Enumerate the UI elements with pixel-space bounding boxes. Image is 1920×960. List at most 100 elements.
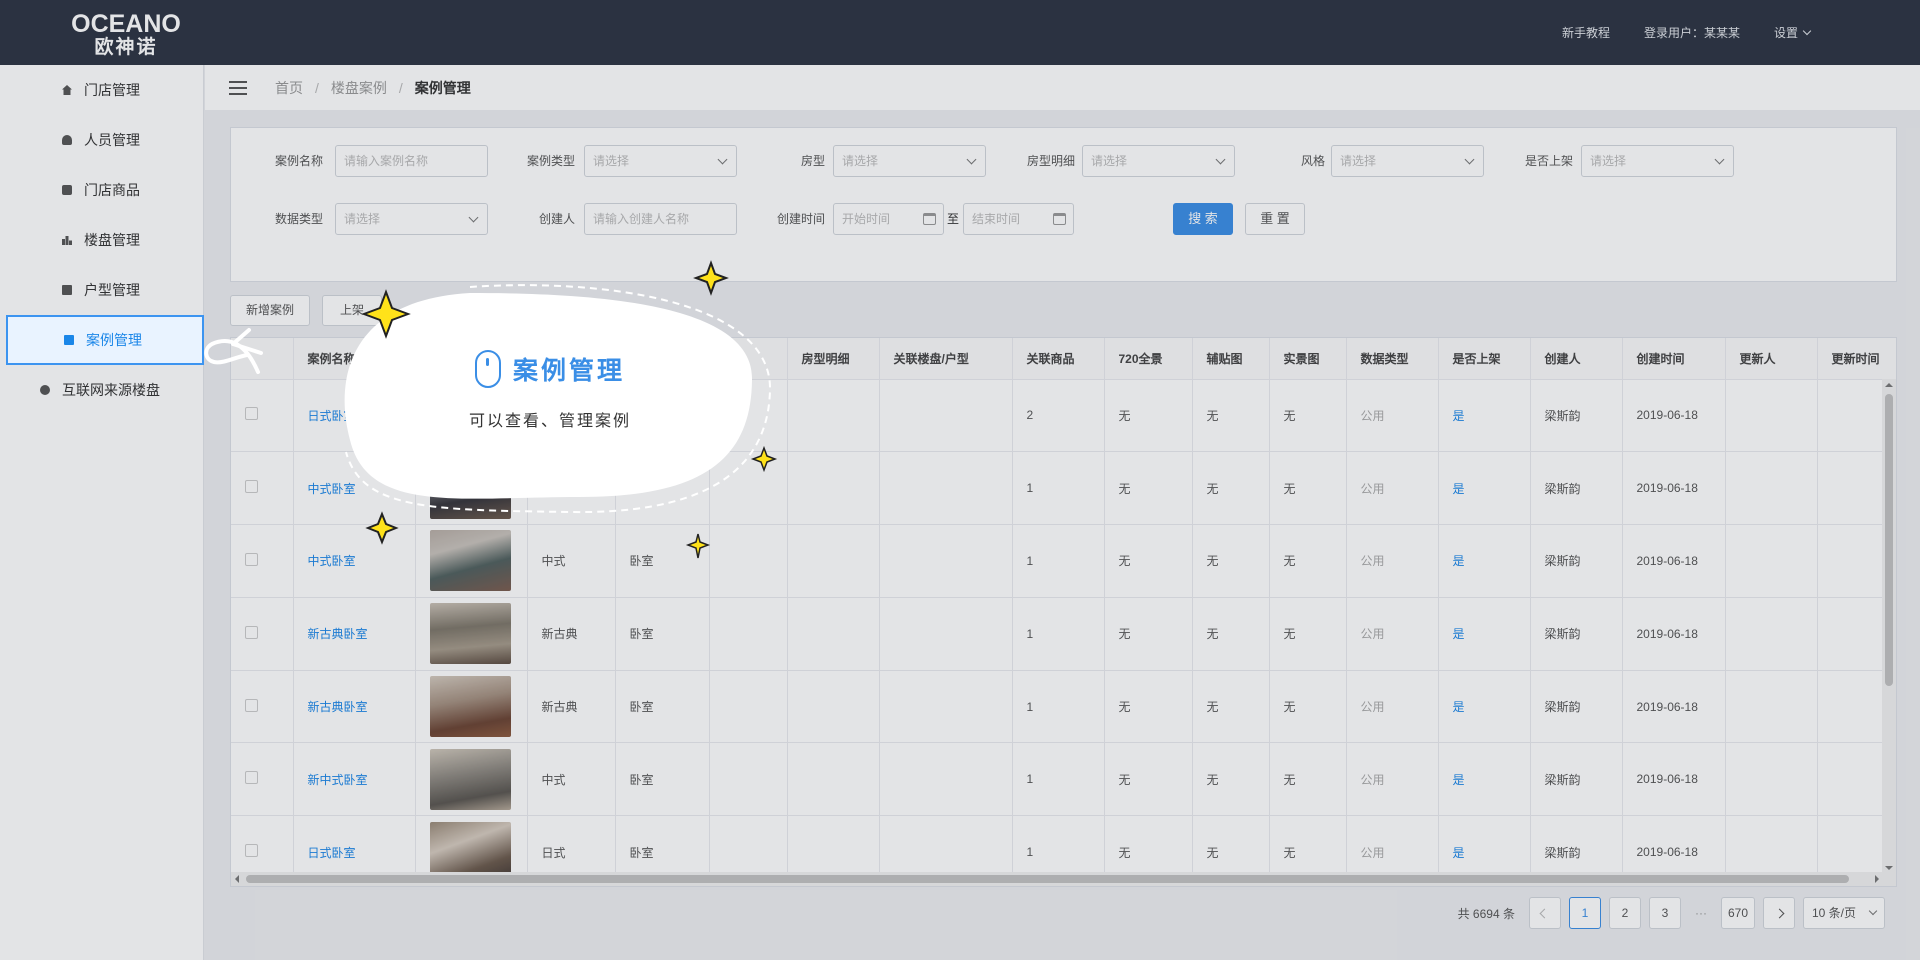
case-name-link[interactable]: 新古典卧室 bbox=[293, 670, 416, 744]
breadcrumb-home[interactable]: 首页 bbox=[275, 78, 303, 98]
related-goods-cell: 2 bbox=[1012, 379, 1105, 453]
table-row[interactable]: 中式卧室 1 无无无公用是梁斯韵 2019-06-18 bbox=[231, 451, 1896, 526]
prev-page-button[interactable] bbox=[1528, 897, 1561, 929]
panorama-cell: 无 bbox=[1104, 597, 1193, 671]
tutorial-link[interactable]: 新手教程 bbox=[1562, 24, 1610, 41]
sidebar-item-stores[interactable]: 门店管理 bbox=[0, 65, 203, 115]
box-icon bbox=[62, 185, 72, 195]
style-select[interactable]: 请选择 bbox=[1331, 145, 1484, 177]
start-date-input[interactable]: 开始时间 bbox=[833, 203, 944, 235]
row-checkbox[interactable] bbox=[245, 771, 258, 785]
case-name-link[interactable]: 中式卧室 bbox=[293, 451, 416, 526]
date-range-separator: 至 bbox=[947, 212, 960, 226]
on-shelf-cell: 是 bbox=[1438, 742, 1531, 817]
sidebar-item-staff[interactable]: 人员管理 bbox=[0, 115, 203, 165]
room-detail-cell bbox=[787, 524, 880, 598]
top-header: OCEANO 欧神诺 新手教程 登录用户：某某某 设置 bbox=[0, 0, 1920, 65]
case-thumbnail[interactable] bbox=[429, 748, 511, 810]
panorama-cell: 无 bbox=[1104, 451, 1193, 526]
settings-menu[interactable]: 设置 bbox=[1774, 24, 1812, 41]
creator-input[interactable]: 请输入创建人名称 bbox=[584, 203, 737, 235]
style-cell: 中式 bbox=[527, 742, 616, 817]
brand-logo-cn: 欧神诺 bbox=[94, 37, 158, 58]
case-name-link[interactable]: 新中式卧室 bbox=[293, 742, 416, 817]
thumbnail-cell bbox=[415, 451, 528, 526]
room-type-placeholder: 请选择 bbox=[842, 154, 879, 168]
add-case-button[interactable]: 新增案例 bbox=[230, 295, 310, 326]
table-row[interactable]: 中式卧室 中式 卧室 1 无无无公用是梁斯韵 2019-06-18 bbox=[231, 524, 1896, 598]
case-name-link[interactable]: 中式卧室 bbox=[293, 524, 416, 598]
sidebar-item-internet-estates[interactable]: 互联网来源楼盘 bbox=[0, 365, 203, 415]
room-type-select[interactable]: 请选择 bbox=[833, 145, 986, 177]
on-shelf-button[interactable]: 上架 bbox=[322, 295, 382, 326]
related-goods-cell: 1 bbox=[1012, 597, 1105, 671]
menu-toggle-icon[interactable] bbox=[229, 80, 247, 95]
real-image-cell: 无 bbox=[1269, 670, 1347, 744]
room-detail-cell bbox=[787, 670, 880, 744]
table-row[interactable]: 新古典卧室 新古典 卧室 1 无无无公用是梁斯韵 2019-06-18 bbox=[231, 670, 1896, 744]
pagination: 共 6694 条 1 2 3 ··· 670 10 条/页 bbox=[1458, 897, 1885, 929]
horizontal-scrollbar[interactable] bbox=[231, 872, 1896, 886]
scrollbar-thumb[interactable] bbox=[1885, 394, 1893, 686]
creator-cell: 梁斯韵 bbox=[1530, 379, 1623, 453]
sidebar-item-cases[interactable]: 案例管理 bbox=[6, 315, 204, 365]
case-thumbnail[interactable] bbox=[429, 603, 511, 665]
search-button[interactable]: 搜 索 bbox=[1173, 203, 1233, 235]
style-cell: 中式 bbox=[527, 524, 616, 598]
page-button[interactable]: 2 bbox=[1608, 897, 1641, 929]
updater-cell bbox=[1725, 451, 1818, 526]
case-type-placeholder: 请选择 bbox=[593, 154, 630, 168]
row-select-cell[interactable] bbox=[231, 379, 294, 453]
end-date-input[interactable]: 结束时间 bbox=[963, 203, 1074, 235]
data-type-label: 数据类型 bbox=[274, 212, 323, 226]
data-type-select[interactable]: 请选择 bbox=[335, 203, 488, 235]
related-estate-cell bbox=[879, 670, 1013, 744]
row-select-cell[interactable] bbox=[231, 742, 294, 817]
sidebar-item-label: 户型管理 bbox=[84, 282, 140, 298]
related-estate-cell bbox=[879, 379, 1013, 453]
room-detail-select[interactable]: 请选择 bbox=[1082, 145, 1235, 177]
row-select-cell[interactable] bbox=[231, 451, 294, 526]
row-checkbox[interactable] bbox=[245, 625, 258, 639]
page-button[interactable]: 670 bbox=[1720, 897, 1755, 929]
case-thumbnail[interactable] bbox=[429, 676, 511, 738]
related-goods-cell: 1 bbox=[1012, 670, 1105, 744]
globe-icon bbox=[40, 385, 50, 395]
reset-button[interactable]: 重 置 bbox=[1245, 203, 1305, 235]
scroll-up-icon[interactable] bbox=[1885, 379, 1893, 387]
page-ellipsis[interactable]: ··· bbox=[1689, 906, 1713, 920]
row-select-cell[interactable] bbox=[231, 597, 294, 671]
case-name-link[interactable]: 新古典卧室 bbox=[293, 597, 416, 671]
vertical-scrollbar[interactable] bbox=[1882, 379, 1896, 874]
breadcrumb-section[interactable]: 楼盘案例 bbox=[331, 78, 387, 98]
empty-cell bbox=[709, 742, 788, 817]
case-type-select[interactable]: 请选择 bbox=[584, 145, 737, 177]
page-size-select[interactable]: 10 条/页 bbox=[1803, 897, 1885, 929]
case-name-input[interactable]: 请输入案例名称 bbox=[335, 145, 488, 177]
page-button[interactable]: 3 bbox=[1648, 897, 1681, 929]
scroll-right-icon[interactable] bbox=[1875, 875, 1883, 883]
page-button[interactable]: 1 bbox=[1568, 897, 1601, 929]
row-checkbox[interactable] bbox=[245, 552, 258, 566]
table-row[interactable]: 新古典卧室 新古典 卧室 1 无无无公用是梁斯韵 2019-06-18 bbox=[231, 597, 1896, 671]
scrollbar-thumb[interactable] bbox=[246, 875, 1849, 883]
row-select-cell[interactable] bbox=[231, 670, 294, 744]
related-goods-cell: 1 bbox=[1012, 742, 1105, 817]
row-checkbox[interactable] bbox=[245, 480, 258, 494]
scroll-left-icon[interactable] bbox=[231, 875, 239, 883]
row-select-cell[interactable] bbox=[231, 524, 294, 598]
sidebar-item-estates[interactable]: 楼盘管理 bbox=[0, 215, 203, 265]
on-shelf-select[interactable]: 请选择 bbox=[1581, 145, 1734, 177]
case-thumbnail[interactable] bbox=[429, 530, 511, 592]
table-row[interactable]: 新中式卧室 中式 卧室 1 无无无公用是梁斯韵 2019-06-18 bbox=[231, 742, 1896, 817]
sidebar-item-products[interactable]: 门店商品 bbox=[0, 165, 203, 215]
chevron-down-icon bbox=[1464, 154, 1475, 165]
row-checkbox[interactable] bbox=[245, 844, 258, 858]
row-checkbox[interactable] bbox=[245, 407, 258, 421]
brand-logo[interactable]: OCEANO 欧神诺 bbox=[70, 12, 182, 58]
sidebar-item-floorplans[interactable]: 户型管理 bbox=[0, 265, 203, 315]
chevron-down-icon bbox=[1714, 154, 1725, 165]
row-checkbox[interactable] bbox=[245, 698, 258, 712]
next-page-button[interactable] bbox=[1763, 897, 1795, 929]
case-thumbnail[interactable] bbox=[429, 457, 511, 519]
